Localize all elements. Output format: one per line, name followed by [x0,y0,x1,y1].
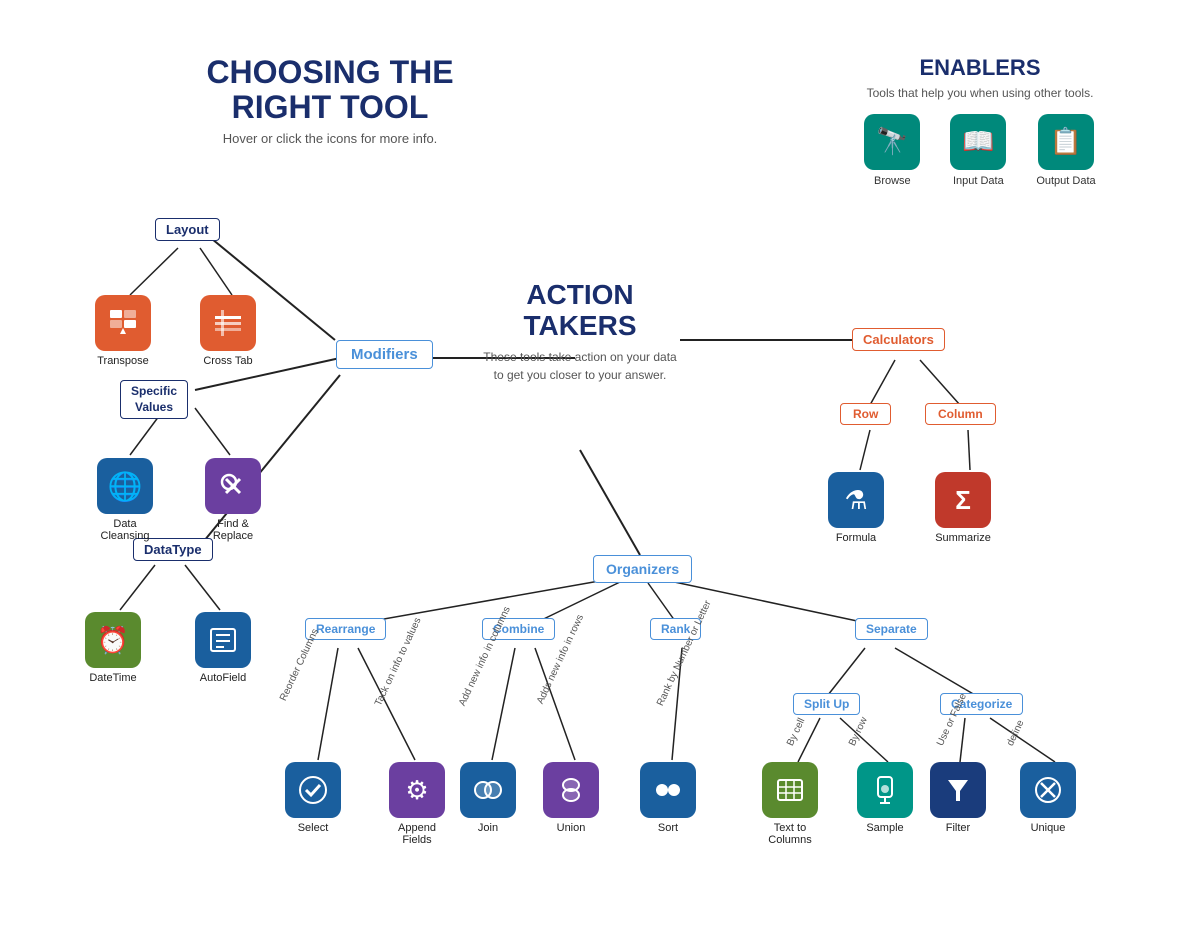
union-label: Union [557,822,586,834]
summarize-icon[interactable]: Σ [935,472,991,528]
formula-label: Formula [836,532,876,544]
find-replace-label: Find & Replace [198,518,268,542]
text-to-columns-label: Text to Columns [755,822,825,846]
enabler-input-data[interactable]: 📖 Input Data [950,114,1006,187]
sort-tool[interactable]: Sort [640,762,696,834]
append-fields-icon[interactable]: ⚙ [389,762,445,818]
datetime-icon[interactable]: ⏰ [85,612,141,668]
data-cleansing-icon[interactable]: 🌐 [97,458,153,514]
separate-box: Separate [855,618,928,640]
unique-label: Unique [1031,822,1066,834]
organizers-box: Organizers [593,555,692,583]
main-subtitle: Hover or click the icons for more info. [160,131,500,146]
join-tool[interactable]: Join [460,762,516,834]
by-cell-label: By cell [785,716,807,747]
row-box: Row [840,403,891,425]
input-data-icon[interactable]: 📖 [950,114,1006,170]
find-replace-icon[interactable] [205,458,261,514]
filter-tool[interactable]: Filter [930,762,986,834]
union-tool[interactable]: Union [543,762,599,834]
action-takers-block: ACTIONTAKERS These tools take action on … [480,280,680,384]
select-label: Select [298,822,329,834]
union-icon[interactable] [543,762,599,818]
sample-tool[interactable]: Sample [857,762,913,834]
output-data-icon[interactable]: 📋 [1038,114,1094,170]
join-icon[interactable] [460,762,516,818]
text-to-columns-tool[interactable]: Text to Columns [755,762,825,846]
column-box: Column [925,403,996,425]
autofield-icon[interactable] [195,612,251,668]
autofield-label: AutoField [200,672,246,684]
enablers-description: Tools that help you when using other too… [820,85,1140,102]
modifiers-box: Modifiers [336,340,433,369]
unique-icon[interactable] [1020,762,1076,818]
find-replace-tool[interactable]: Find & Replace [198,458,268,542]
transpose-label: Transpose [97,355,149,367]
page: CHOOSING THE RIGHT TOOL Hover or click t… [0,0,1200,927]
append-fields-label: Append Fields [382,822,452,846]
input-data-label: Input Data [953,175,1004,187]
sort-icon[interactable] [640,762,696,818]
enablers-icons: 🔭 Browse 📖 Input Data 📋 Output Data [820,114,1140,187]
reorder-columns-label: Reorder Columns [278,627,321,703]
formula-icon[interactable]: ⚗ [828,472,884,528]
main-title: CHOOSING THE RIGHT TOOL [160,55,500,125]
browse-icon[interactable]: 🔭 [864,114,920,170]
autofield-tool[interactable]: AutoField [195,612,251,684]
filter-icon[interactable] [930,762,986,818]
enablers-section: ENABLERS Tools that help you when using … [820,55,1140,187]
text-to-columns-icon[interactable] [762,762,818,818]
split-up-box: Split Up [793,693,860,715]
datetime-label: DateTime [89,672,136,684]
append-fields-tool[interactable]: ⚙ Append Fields [382,762,452,846]
select-icon[interactable] [285,762,341,818]
summarize-label: Summarize [935,532,991,544]
unique-tool[interactable]: Unique [1020,762,1076,834]
cross-tab-tool[interactable]: Cross Tab [200,295,256,367]
sample-label: Sample [866,822,903,834]
layout-box: Layout [155,218,220,241]
datetime-tool[interactable]: ⏰ DateTime [85,612,141,684]
output-data-label: Output Data [1036,175,1095,187]
formula-tool[interactable]: ⚗ Formula [828,472,884,544]
specific-values-box: SpecificValues [120,380,188,419]
main-title-block: CHOOSING THE RIGHT TOOL Hover or click t… [160,55,500,146]
select-tool[interactable]: Select [285,762,341,834]
transpose-icon[interactable] [95,295,151,351]
rank-by-label: Rank by Number or Letter [655,599,714,708]
summarize-tool[interactable]: Σ Summarize [935,472,991,544]
enablers-title: ENABLERS [820,55,1140,81]
cross-tab-label: Cross Tab [203,355,252,367]
define-label: define [1005,718,1026,747]
sample-icon[interactable] [857,762,913,818]
cross-tab-icon[interactable] [200,295,256,351]
browse-label: Browse [874,175,911,187]
action-takers-description: These tools take action on your data to … [480,348,680,384]
enabler-output-data[interactable]: 📋 Output Data [1036,114,1095,187]
join-label: Join [478,822,498,834]
transpose-tool[interactable]: Transpose [95,295,151,367]
by-row-label: By row [847,715,870,747]
action-takers-title: ACTIONTAKERS [480,280,680,342]
data-cleansing-label: Data Cleansing [90,518,160,542]
enabler-browse[interactable]: 🔭 Browse [864,114,920,187]
filter-label: Filter [946,822,970,834]
data-cleansing-tool[interactable]: 🌐 Data Cleansing [90,458,160,542]
calculators-box: Calculators [852,328,945,351]
sort-label: Sort [658,822,678,834]
